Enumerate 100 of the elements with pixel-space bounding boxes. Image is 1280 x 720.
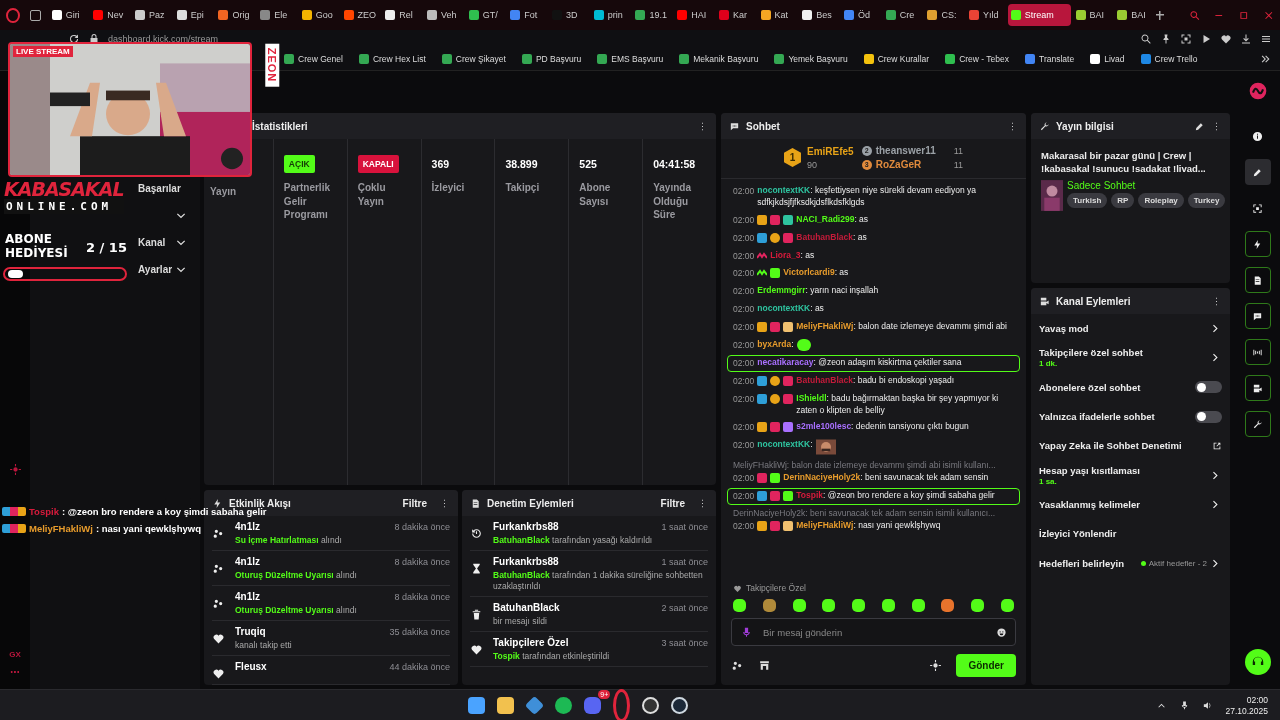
settings-icon[interactable] [929,659,943,672]
browser-tab[interactable]: BAI [1114,4,1154,26]
browser-tab[interactable]: Kat [757,4,798,26]
browser-tab[interactable]: Yıld [966,4,1006,26]
external-link-icon[interactable] [1212,440,1222,451]
browser-tab[interactable]: prin [590,4,631,26]
browser-tab[interactable]: Orig [215,4,256,26]
emote-icon[interactable] [762,599,776,612]
message-input[interactable]: Bir mesaj gönderin [761,625,988,639]
browser-tab[interactable]: HAI [674,4,714,26]
download-icon[interactable] [1240,33,1252,45]
emote-icon[interactable] [792,599,806,612]
action-label[interactable]: Takipçilere özel sohbet [1039,347,1143,359]
tab-grid-icon[interactable] [29,9,41,21]
send-button[interactable]: Gönder [956,654,1016,677]
message-box[interactable]: Bir mesaj gönderin [731,618,1016,646]
bookmark[interactable]: Crew Kurallar [863,54,930,64]
bookmark[interactable]: Crew Şikayet [441,54,506,64]
action-label[interactable]: Yapay Zeka ile Sohbet Denetimi [1039,440,1182,452]
browser-tab[interactable]: Kar [715,4,756,26]
action-label[interactable]: Yasaklanmış kelimeler [1039,498,1140,510]
game-store-icon[interactable] [671,696,689,714]
chat-icon[interactable] [1244,303,1271,329]
category-link[interactable]: Sadece Sohbet [1067,179,1226,191]
menu-icon[interactable] [1260,33,1272,45]
document-icon[interactable] [1244,267,1271,293]
browser-tab[interactable]: Fot [507,4,548,26]
emoji-icon[interactable] [996,626,1007,638]
address-field[interactable]: dashboard.kick.com/stream [108,34,219,44]
toggle-switch[interactable] [1195,410,1222,423]
emote-icon[interactable] [1000,599,1014,612]
bookmark[interactable]: Mekanik Başvuru [679,54,759,64]
browser-icon[interactable] [613,688,631,720]
browser-tab[interactable]: Ele [257,4,297,26]
bookmark[interactable]: Livad [1090,54,1125,64]
emote-icon[interactable] [911,599,925,612]
bookmark[interactable]: Crew - Tebex [945,54,1010,64]
folder-icon[interactable] [497,696,515,714]
action-label[interactable]: Yavaş mod [1039,323,1089,335]
browser-tab[interactable]: Goo [298,4,339,26]
search-icon[interactable] [1140,33,1152,45]
reload-icon[interactable] [68,33,80,45]
action-label[interactable]: Hesap yaşı kısıtlaması [1039,464,1140,476]
emote-icon[interactable] [971,599,985,612]
browser-tab[interactable]: GT/ [465,4,506,26]
windows-logo-icon[interactable] [468,696,486,714]
logo-icon[interactable] [1247,81,1268,101]
clock[interactable]: 02:00 27.10.2025 [1225,694,1268,716]
emote-icon[interactable] [881,599,895,612]
sidebar-item[interactable]: Başarılar [138,183,181,194]
store-icon[interactable] [758,659,771,672]
browser-tab[interactable]: CS: [924,4,965,26]
bookmark[interactable]: Crew Trello [1140,54,1198,64]
browser-tab[interactable]: Epi [173,4,214,26]
bookmark[interactable]: Crew Genel [284,54,343,64]
emote-icon[interactable] [822,599,836,612]
recorder-icon[interactable] [642,696,660,714]
browser-tab[interactable]: Paz [132,4,172,26]
points-icon[interactable] [731,659,744,672]
action-label[interactable]: Yalnızca ifadelerle sohbet [1039,411,1155,423]
bookmark[interactable]: Crew Hex List [358,54,426,64]
more-bookmarks-icon[interactable] [1260,53,1272,65]
bookmark[interactable]: PD Başvuru [521,54,582,64]
bookmark[interactable]: Yemek Başvuru [774,54,848,64]
emote-icon[interactable] [852,599,866,612]
browser-tab[interactable]: Giri [48,4,89,26]
camera-icon[interactable] [1244,375,1271,401]
browser-logo-icon[interactable] [6,7,20,23]
browser-tab[interactable]: ZEO [340,4,381,26]
focus-icon[interactable] [1180,33,1192,45]
lightning-icon[interactable] [1244,231,1271,257]
stat-value: 369 [431,157,451,172]
browser-tab[interactable]: 3D [549,4,589,26]
browser-tab[interactable]: Nev [90,4,131,26]
bookmark[interactable]: Translate [1025,54,1075,64]
browser-tab[interactable]: Stream [1007,4,1071,26]
filter-button[interactable]: Filtre [654,497,691,509]
bookmark[interactable]: EMS Başvuru [597,54,664,64]
toggle-switch[interactable] [1195,381,1222,394]
music-app-icon[interactable] [555,696,573,714]
browser-tab[interactable]: Bes [799,4,839,26]
filter-button[interactable]: Filtre [396,497,433,509]
browser-tab[interactable]: 19.1 [632,4,673,26]
broadcast-icon[interactable] [1244,339,1271,365]
browser-tab[interactable]: Rel [382,4,422,26]
action-label[interactable]: Abonelere özel sohbet [1039,381,1141,393]
heartbtn-icon[interactable] [1220,33,1232,45]
browser-tab[interactable]: Cre [882,4,923,26]
emote-icon[interactable] [941,599,955,612]
wrench-icon[interactable] [1244,411,1271,437]
browser-tab[interactable]: Veh [423,4,464,26]
edit-icon[interactable] [1244,159,1271,185]
chat-app-icon[interactable] [584,696,602,714]
sidebar-item[interactable]: Kanal [138,237,166,248]
browser-tab[interactable]: BAI [1072,4,1113,26]
action-label[interactable]: İzleyici Yönlendir [1039,528,1117,540]
emote-icon[interactable] [733,599,746,612]
browser-tab[interactable]: Öd [841,4,881,26]
action-label[interactable]: Hedefleri belirleyin [1039,557,1124,569]
sidebar-item[interactable]: Ayarlar [138,264,173,275]
